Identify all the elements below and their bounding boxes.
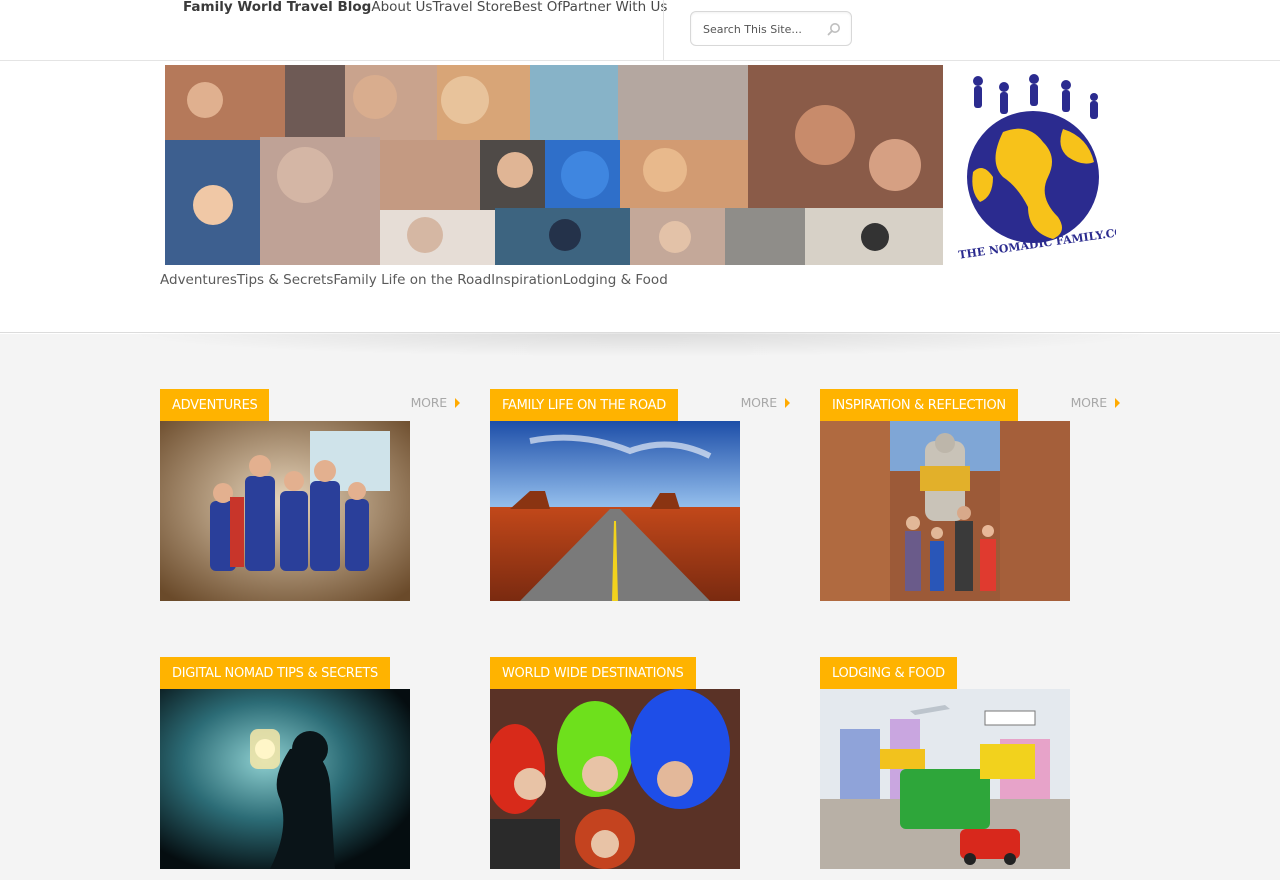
top-nav: Family World Travel Blog About Us Travel… bbox=[183, 0, 667, 16]
top-divider bbox=[663, 0, 664, 60]
main-nav-lodging[interactable]: Lodging & Food bbox=[563, 272, 668, 288]
category-thumbnail[interactable] bbox=[160, 689, 410, 869]
more-link[interactable]: MORE bbox=[411, 395, 460, 410]
top-nav-about-link[interactable]: About Us bbox=[371, 0, 432, 15]
category-tab[interactable]: DIGITAL NOMAD TIPS & SECRETS bbox=[160, 657, 391, 689]
category-thumbnail[interactable] bbox=[820, 421, 1070, 601]
category-thumbnail[interactable] bbox=[490, 421, 740, 601]
main-nav-family-life[interactable]: Family Life on the Road bbox=[333, 272, 491, 288]
top-nav-partner-link[interactable]: Partner With Us bbox=[562, 0, 667, 15]
search-icon[interactable] bbox=[827, 22, 841, 36]
thumbnail-graphic bbox=[820, 421, 1070, 601]
main-nav: Adventures Tips & Secrets Family Life on… bbox=[160, 272, 668, 288]
header-collage-image[interactable] bbox=[165, 65, 943, 265]
collage-graphic bbox=[165, 65, 943, 265]
arrow-right-icon bbox=[455, 397, 460, 408]
more-link[interactable]: MORE bbox=[1071, 395, 1120, 410]
thumbnail-graphic bbox=[490, 689, 740, 869]
category-tab[interactable]: INSPIRATION & REFLECTION bbox=[820, 389, 1018, 421]
main-nav-tips[interactable]: Tips & Secrets bbox=[237, 272, 333, 288]
category-thumbnail[interactable] bbox=[490, 689, 740, 869]
category-thumbnail[interactable] bbox=[160, 421, 410, 601]
category-tab[interactable]: FAMILY LIFE ON THE ROAD bbox=[490, 389, 678, 421]
category-tab[interactable]: WORLD WIDE DESTINATIONS bbox=[490, 657, 696, 689]
logo-graphic: THE NOMADIC FAMILY.COM bbox=[958, 74, 1137, 262]
arrow-right-icon bbox=[785, 397, 790, 408]
site-logo[interactable]: THE NOMADIC FAMILY.COM bbox=[948, 67, 1137, 265]
more-label: MORE bbox=[1070, 395, 1108, 410]
category-thumbnail[interactable] bbox=[820, 689, 1070, 869]
more-label: MORE bbox=[740, 395, 778, 410]
more-link[interactable]: MORE bbox=[741, 395, 790, 410]
nav-shadow bbox=[120, 333, 1160, 357]
top-nav-bestof-link[interactable]: Best Of bbox=[513, 0, 563, 15]
thumbnail-graphic bbox=[160, 421, 410, 601]
category-tab[interactable]: LODGING & FOOD bbox=[820, 657, 957, 689]
thumbnail-graphic bbox=[820, 689, 1070, 869]
more-label: MORE bbox=[410, 395, 448, 410]
search-box bbox=[690, 11, 852, 46]
arrow-right-icon bbox=[1115, 397, 1120, 408]
thumbnail-graphic bbox=[160, 689, 410, 869]
category-tab[interactable]: ADVENTURES bbox=[160, 389, 270, 421]
main-nav-inspiration[interactable]: Inspiration bbox=[491, 272, 563, 288]
top-nav-home-link[interactable]: Family World Travel Blog bbox=[183, 0, 371, 15]
top-nav-store-link[interactable]: Travel Store bbox=[432, 0, 512, 15]
search-input[interactable] bbox=[703, 21, 821, 37]
thumbnail-graphic bbox=[490, 421, 740, 601]
main-nav-adventures[interactable]: Adventures bbox=[160, 272, 237, 288]
